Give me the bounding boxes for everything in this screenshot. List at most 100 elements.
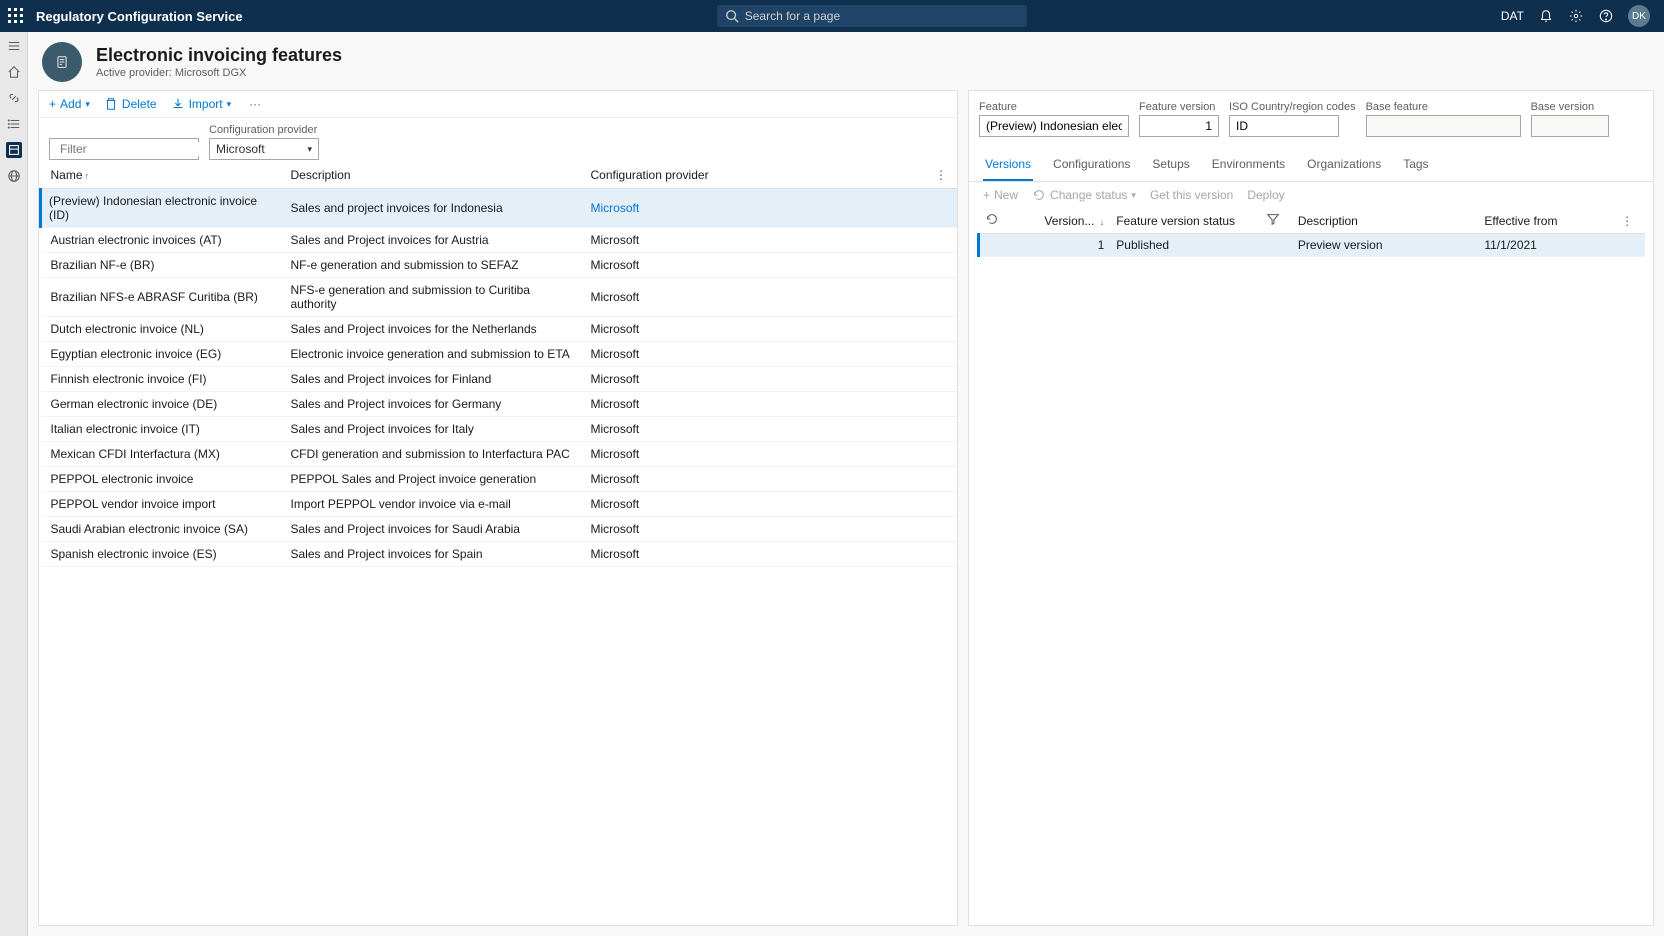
col-effective[interactable]: Effective from	[1478, 208, 1615, 234]
deploy-label: Deploy	[1247, 188, 1284, 202]
search-input[interactable]	[745, 9, 1019, 23]
provider-filter-label: Configuration provider	[209, 124, 319, 136]
plus-icon: +	[983, 188, 990, 202]
table-row[interactable]: Egyptian electronic invoice (EG) Electro…	[41, 342, 958, 367]
delete-button[interactable]: Delete	[104, 97, 157, 111]
new-version-button[interactable]: + New	[983, 188, 1018, 202]
table-row[interactable]: (Preview) Indonesian electronic invoice …	[41, 189, 958, 228]
chevron-down-icon: ▾	[307, 144, 312, 155]
module-icon[interactable]	[6, 142, 22, 158]
cell-provider: Microsoft	[581, 417, 926, 442]
versions-table: Version... ↓ Feature version status Desc…	[977, 208, 1645, 257]
table-row[interactable]: Brazilian NFS-e ABRASF Curitiba (BR) NFS…	[41, 278, 958, 317]
navigation-rail	[0, 32, 28, 936]
table-row[interactable]: Brazilian NF-e (BR) NF-e generation and …	[41, 253, 958, 278]
more-actions-button[interactable]: ···	[245, 97, 265, 111]
base-version-label: Base version	[1531, 101, 1609, 113]
cell-description: Sales and Project invoices for Saudi Ara…	[281, 517, 581, 542]
cell-provider: Microsoft	[581, 392, 926, 417]
hamburger-icon[interactable]	[6, 38, 22, 54]
col-name[interactable]: Name↑	[41, 162, 281, 189]
table-row[interactable]: PEPPOL electronic invoice PEPPOL Sales a…	[41, 467, 958, 492]
cell-provider[interactable]: Microsoft	[581, 189, 926, 228]
filter-box[interactable]	[49, 138, 199, 160]
iso-field[interactable]	[1229, 115, 1339, 137]
import-button[interactable]: Import ▾	[171, 97, 232, 111]
table-row[interactable]: Dutch electronic invoice (NL) Sales and …	[41, 317, 958, 342]
global-search[interactable]	[717, 5, 1027, 27]
col-version[interactable]: Version... ↓	[1011, 208, 1110, 234]
tab-setups[interactable]: Setups	[1150, 151, 1191, 181]
environment-label[interactable]: DAT	[1501, 9, 1524, 23]
features-panel: + Add ▾ Delete Import ▾ ···	[38, 90, 958, 926]
col-description[interactable]: Description	[281, 162, 581, 189]
table-row[interactable]: Italian electronic invoice (IT) Sales an…	[41, 417, 958, 442]
table-row[interactable]: Saudi Arabian electronic invoice (SA) Sa…	[41, 517, 958, 542]
filter-icon[interactable]	[1266, 212, 1280, 226]
list-icon[interactable]	[6, 116, 22, 132]
cell-description: CFDI generation and submission to Interf…	[281, 442, 581, 467]
cell-name: Dutch electronic invoice (NL)	[41, 317, 281, 342]
cell-provider: Microsoft	[581, 278, 926, 317]
chevron-down-icon: ▾	[1131, 190, 1136, 201]
details-tabs: Versions Configurations Setups Environments…	[969, 143, 1653, 182]
app-launcher-icon[interactable]	[8, 8, 24, 24]
tab-versions[interactable]: Versions	[983, 151, 1033, 181]
cell-name: Egyptian electronic invoice (EG)	[41, 342, 281, 367]
deploy-button[interactable]: Deploy	[1247, 188, 1284, 202]
add-button[interactable]: + Add ▾	[49, 97, 90, 111]
tab-configurations[interactable]: Configurations	[1051, 151, 1132, 181]
cell-name: Spanish electronic invoice (ES)	[41, 542, 281, 567]
col-provider[interactable]: Configuration provider	[581, 162, 926, 189]
page-header: Electronic invoicing features Active pro…	[28, 32, 1664, 90]
cell-description: Electronic invoice generation and submis…	[281, 342, 581, 367]
chevron-down-icon: ▾	[85, 99, 90, 110]
tab-tags[interactable]: Tags	[1401, 151, 1430, 181]
cell-provider: Microsoft	[581, 542, 926, 567]
column-options-icon[interactable]: ⋮	[935, 168, 947, 182]
globe-icon[interactable]	[6, 168, 22, 184]
cell-name: PEPPOL vendor invoice import	[41, 492, 281, 517]
provider-select[interactable]: Microsoft ▾	[209, 138, 319, 160]
home-icon[interactable]	[6, 64, 22, 80]
help-icon[interactable]	[1598, 8, 1614, 24]
col-description[interactable]: Description	[1292, 208, 1479, 234]
user-avatar[interactable]: DK	[1628, 5, 1650, 27]
table-row[interactable]: Austrian electronic invoices (AT) Sales …	[41, 228, 958, 253]
tab-environments[interactable]: Environments	[1210, 151, 1287, 181]
feature-label: Feature	[979, 101, 1129, 113]
cell-status: Published	[1110, 234, 1259, 257]
cell-name: Italian electronic invoice (IT)	[41, 417, 281, 442]
cell-description: Sales and Project invoices for Germany	[281, 392, 581, 417]
notifications-icon[interactable]	[1538, 8, 1554, 24]
settings-icon[interactable]	[1568, 8, 1584, 24]
base-feature-field	[1366, 115, 1521, 137]
search-icon	[725, 9, 739, 23]
col-status[interactable]: Feature version status	[1110, 208, 1259, 234]
table-row[interactable]: Spanish electronic invoice (ES) Sales an…	[41, 542, 958, 567]
plus-icon: +	[49, 97, 56, 111]
feature-version-field[interactable]	[1139, 115, 1219, 137]
cell-name: German electronic invoice (DE)	[41, 392, 281, 417]
link-icon[interactable]	[6, 90, 22, 106]
cell-provider: Microsoft	[581, 442, 926, 467]
table-row[interactable]: PEPPOL vendor invoice import Import PEPP…	[41, 492, 958, 517]
feature-version-label: Feature version	[1139, 101, 1219, 113]
table-row[interactable]: Mexican CFDI Interfactura (MX) CFDI gene…	[41, 442, 958, 467]
cell-provider: Microsoft	[581, 492, 926, 517]
tab-organizations[interactable]: Organizations	[1305, 151, 1383, 181]
add-label: Add	[60, 97, 81, 111]
cell-name: (Preview) Indonesian electronic invoice …	[41, 189, 281, 228]
filter-input[interactable]	[60, 142, 215, 156]
table-row[interactable]: German electronic invoice (DE) Sales and…	[41, 392, 958, 417]
feature-field[interactable]	[979, 115, 1129, 137]
table-row[interactable]: Finnish electronic invoice (FI) Sales an…	[41, 367, 958, 392]
column-options-icon[interactable]: ⋮	[1621, 214, 1633, 228]
refresh-icon[interactable]	[985, 212, 999, 226]
change-status-button[interactable]: Change status ▾	[1032, 188, 1136, 202]
sort-desc-icon: ↓	[1100, 217, 1105, 227]
table-row[interactable]: 1 Published Preview version 11/1/2021	[979, 234, 1646, 257]
get-version-button[interactable]: Get this version	[1150, 188, 1233, 202]
page-title: Electronic invoicing features	[96, 45, 342, 66]
cell-provider: Microsoft	[581, 228, 926, 253]
